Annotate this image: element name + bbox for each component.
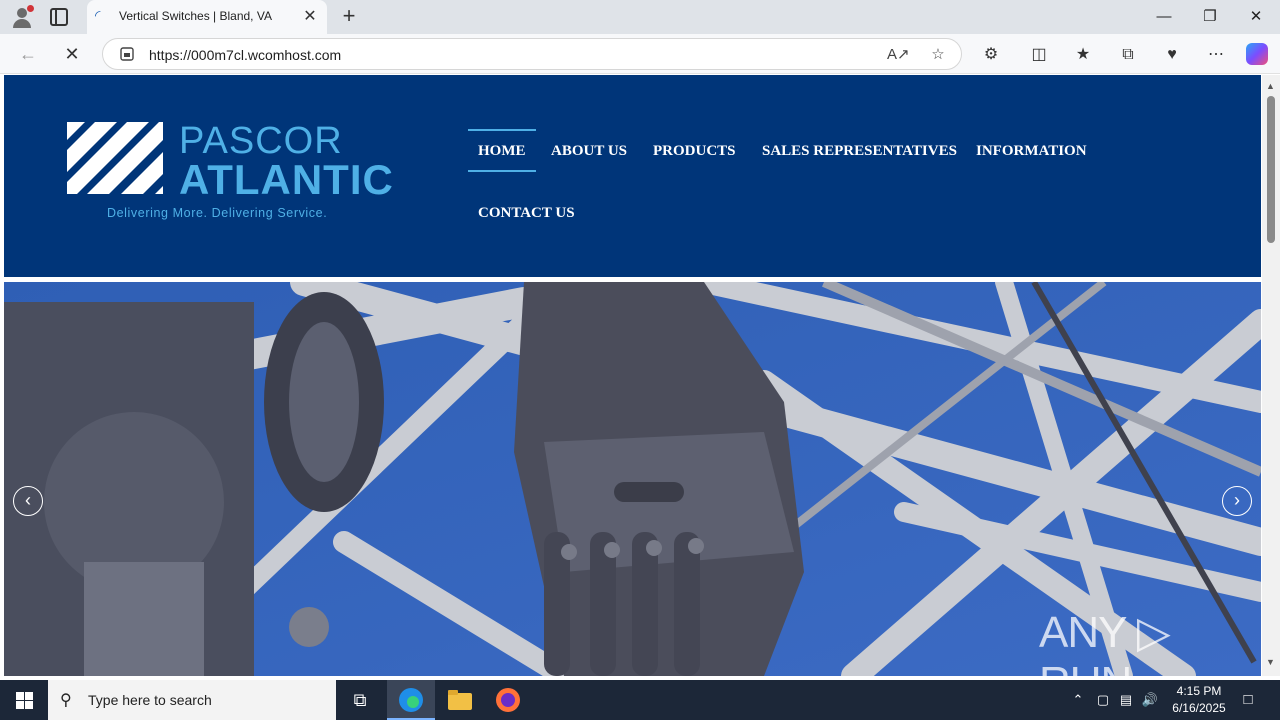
browser-tab-bar: ◜ Vertical Switches | Bland, VA ✕ + — ❐ … bbox=[0, 0, 1280, 34]
notification-icon[interactable]: □ bbox=[1236, 680, 1260, 720]
nav-home[interactable]: HOME bbox=[468, 129, 536, 172]
tab-actions-icon[interactable] bbox=[50, 8, 68, 26]
page-scrollbar[interactable]: ▲ ▼ bbox=[1262, 75, 1280, 676]
file-explorer-icon[interactable] bbox=[436, 680, 484, 720]
minimize-button[interactable]: — bbox=[1141, 0, 1187, 34]
site-logo[interactable]: PASCOR ATLANTIC Delivering More. Deliver… bbox=[67, 120, 393, 232]
favorite-star-icon[interactable]: ☆ bbox=[927, 44, 949, 66]
restore-button[interactable]: ❐ bbox=[1187, 0, 1233, 34]
scroll-down-arrow-icon[interactable]: ▼ bbox=[1266, 657, 1275, 667]
read-aloud-icon[interactable]: A↗ bbox=[887, 44, 910, 66]
edge-icon[interactable] bbox=[387, 680, 435, 720]
taskbar-search-placeholder: Type here to search bbox=[88, 692, 212, 708]
more-icon[interactable]: ⋯ bbox=[1204, 43, 1228, 67]
logo-tagline: Delivering More. Delivering Service. bbox=[107, 206, 328, 220]
browser-essentials-icon[interactable]: ♥ bbox=[1160, 43, 1184, 67]
nav-contact-us[interactable]: CONTACT US bbox=[478, 205, 575, 222]
scroll-thumb[interactable] bbox=[1267, 96, 1275, 243]
url-text[interactable]: https://000m7cl.wcomhost.com bbox=[149, 47, 341, 63]
nav-about-us[interactable]: ABOUT US bbox=[551, 143, 627, 160]
slider-next-button[interactable]: › bbox=[1222, 486, 1252, 516]
browser-toolbar: ← ✕ https://000m7cl.wcomhost.com A↗ ☆ ⚙ … bbox=[0, 34, 1280, 74]
browser-tab-active[interactable]: ◜ Vertical Switches | Bland, VA ✕ bbox=[87, 0, 327, 34]
nav-products[interactable]: PRODUCTS bbox=[653, 143, 736, 160]
address-bar[interactable]: https://000m7cl.wcomhost.com A↗ ☆ bbox=[102, 38, 962, 70]
collections-icon[interactable]: ⧉ bbox=[1116, 43, 1140, 67]
taskbar-clock[interactable]: 4:15 PM 6/16/2025 bbox=[1164, 683, 1234, 717]
volume-icon[interactable]: 🔊 bbox=[1139, 680, 1161, 720]
search-icon: ⚲ bbox=[60, 692, 72, 709]
web-page: PASCOR ATLANTIC Delivering More. Deliver… bbox=[0, 75, 1262, 676]
extensions-icon[interactable]: ⚙ bbox=[979, 43, 1003, 67]
logo-text-atlantic: ATLANTIC bbox=[179, 156, 394, 203]
scroll-up-arrow-icon[interactable]: ▲ bbox=[1266, 81, 1275, 91]
profile-icon[interactable] bbox=[10, 5, 34, 29]
close-tab-icon[interactable]: ✕ bbox=[301, 8, 319, 26]
taskbar-search[interactable]: ⚲ Type here to search bbox=[48, 680, 336, 720]
site-header: PASCOR ATLANTIC Delivering More. Deliver… bbox=[4, 75, 1261, 277]
back-icon[interactable]: ← bbox=[14, 40, 42, 68]
lock-icon[interactable] bbox=[119, 46, 135, 62]
clock-time: 4:15 PM bbox=[1176, 684, 1222, 698]
anyrun-watermark: ANY ▷ RUN bbox=[1039, 608, 1171, 676]
new-tab-button[interactable]: + bbox=[336, 5, 362, 29]
logo-stripes-icon bbox=[67, 122, 163, 194]
meet-now-icon[interactable]: ▢ bbox=[1092, 680, 1114, 720]
loading-favicon-icon: ◜ bbox=[95, 7, 101, 23]
slider-prev-button[interactable]: ‹ bbox=[13, 486, 43, 516]
windows-taskbar: ⚲ Type here to search ⧉ ⌃ ▢ ▤ 🔊 4:15 PM … bbox=[0, 680, 1280, 720]
split-screen-icon[interactable]: ◫ bbox=[1027, 43, 1051, 67]
nav-information[interactable]: INFORMATION bbox=[976, 143, 1087, 160]
network-icon[interactable]: ▤ bbox=[1115, 680, 1137, 720]
clock-date: 6/16/2025 bbox=[1172, 701, 1226, 715]
task-view-icon[interactable]: ⧉ bbox=[336, 680, 384, 720]
tab-title: Vertical Switches | Bland, VA bbox=[119, 9, 272, 23]
nav-sales-representatives[interactable]: SALES REPRESENTATIVES bbox=[762, 143, 957, 160]
firefox-icon[interactable] bbox=[484, 680, 532, 720]
hero-slider: ‹ › ANY ▷ RUN bbox=[4, 282, 1261, 676]
copilot-icon[interactable] bbox=[1246, 43, 1268, 65]
show-hidden-icons-icon[interactable]: ⌃ bbox=[1066, 680, 1090, 720]
windows-start-icon[interactable] bbox=[0, 680, 48, 720]
close-window-button[interactable]: ✕ bbox=[1233, 0, 1279, 34]
stop-loading-icon[interactable]: ✕ bbox=[58, 40, 86, 68]
favorites-icon[interactable]: ★ bbox=[1071, 43, 1095, 67]
